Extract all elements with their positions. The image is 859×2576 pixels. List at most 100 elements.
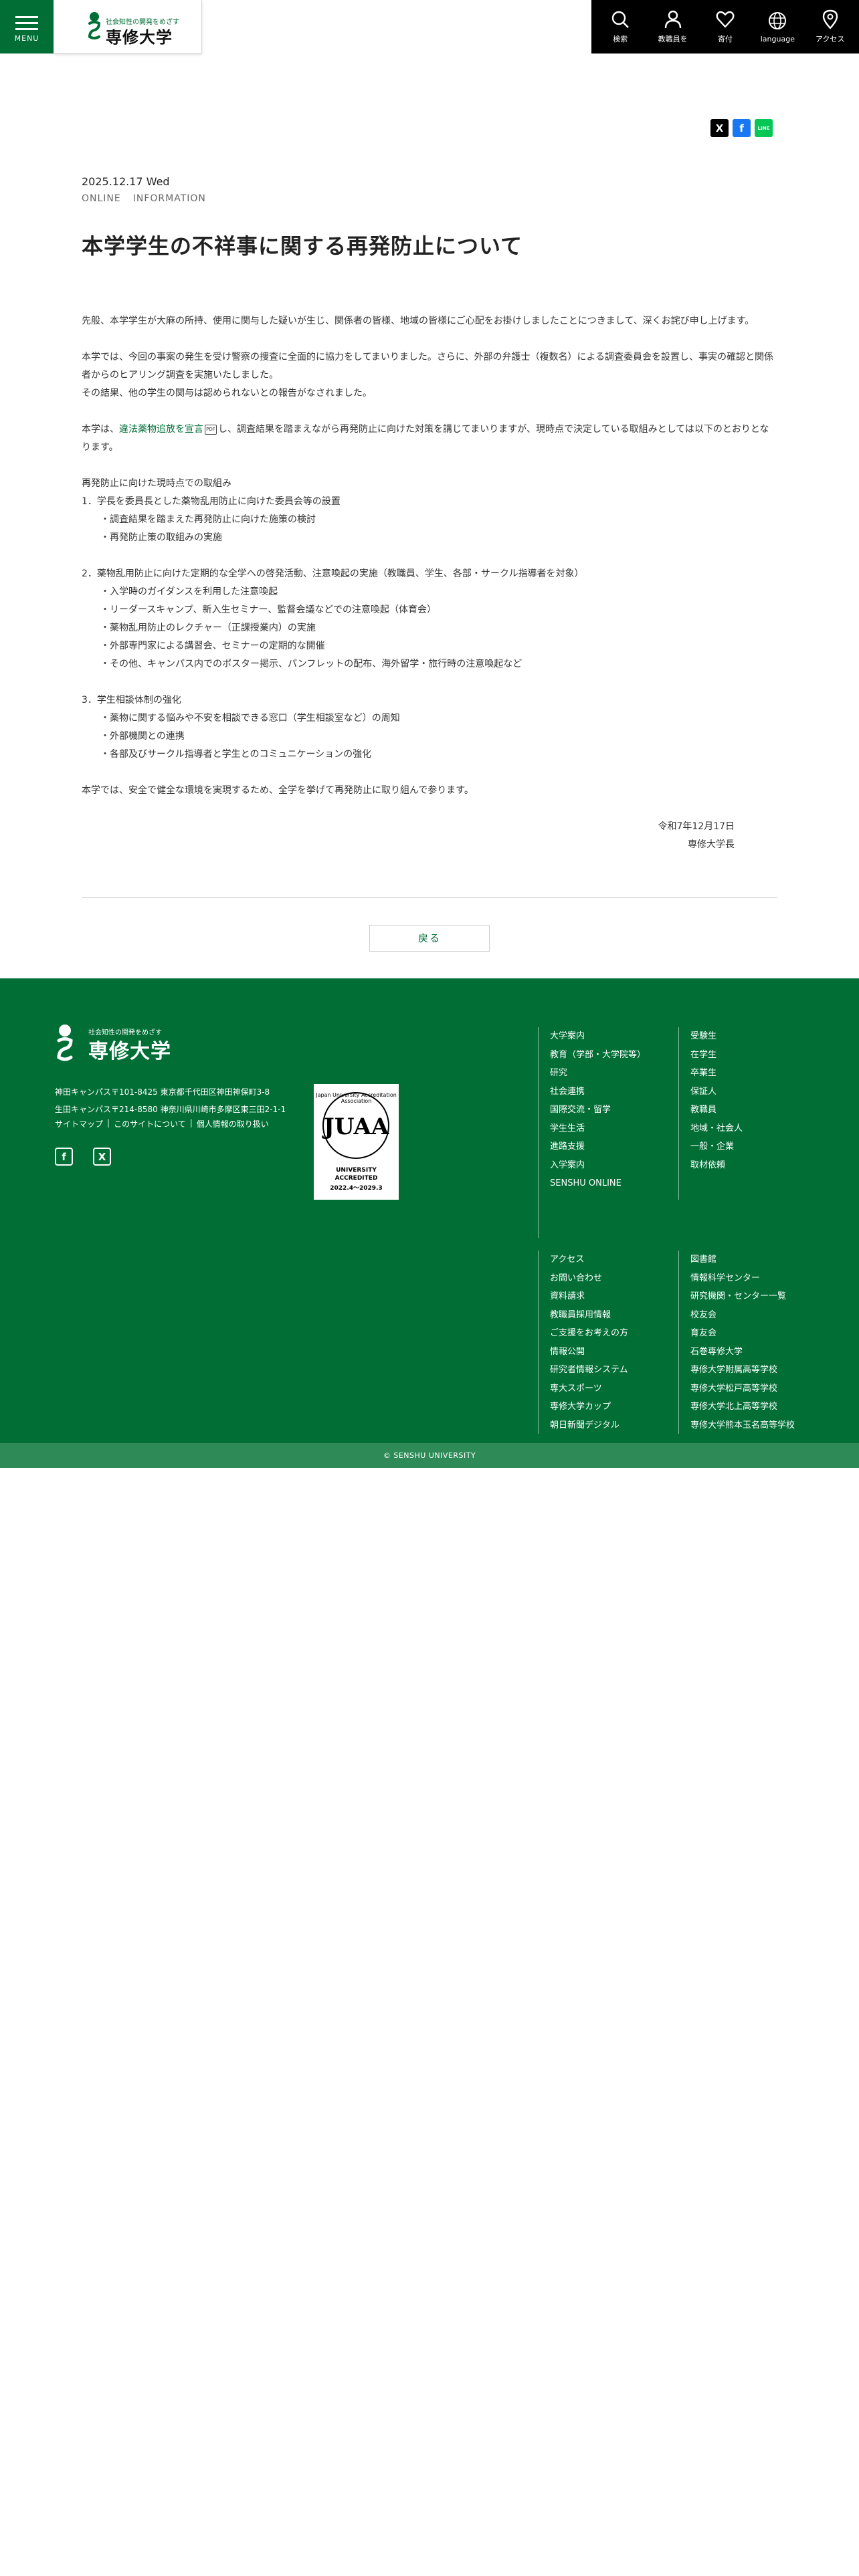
category-tag[interactable]: INFORMATION: [133, 193, 206, 204]
sub-list-item: ・各部及びサークル指導者と学生とのコミュニケーションの強化: [100, 749, 372, 760]
utility-label: 寄付: [717, 35, 733, 43]
site-footer: 社会知性の開発をめざす 専修大学 神田キャンパス〒101-8425 東京都千代田…: [0, 978, 859, 1443]
footer-nav-item[interactable]: 朝日新聞デジタル: [550, 1416, 628, 1435]
footer-links: サイトマップ | このサイトについて | 個人情報の取り扱い: [55, 1118, 269, 1130]
footer-social: f X: [55, 1148, 111, 1166]
logo-mark-icon: [88, 12, 101, 39]
x-share-icon[interactable]: X: [710, 119, 729, 137]
footer-nav-item[interactable]: 国際交流・留学: [550, 1101, 646, 1119]
sub-list-item: ・外部機関との連携: [100, 731, 185, 742]
footer-nav-item[interactable]: 大学案内: [550, 1027, 646, 1046]
article-title: 本学学生の不祥事に関する再発防止について: [82, 233, 523, 259]
article: 2025.12.17 Wed ONLINE INFORMATION 本学学生の不…: [82, 175, 777, 854]
footer-nav-item[interactable]: SENSHU ONLINE: [550, 1174, 646, 1193]
footer-address: 神田キャンパス〒101-8425 東京都千代田区神田神保町3-8 生田キャンパス…: [55, 1083, 286, 1118]
footer-nav-item[interactable]: 専修大学附属高等学校: [690, 1361, 795, 1380]
footer-link-privacy[interactable]: 個人情報の取り扱い: [197, 1118, 269, 1130]
link-separator: |: [107, 1118, 110, 1128]
footer-link-sitemap[interactable]: サイトマップ: [55, 1118, 103, 1130]
hamburger-icon: [15, 16, 38, 18]
list-item: 3．学生相談体制の強化: [82, 695, 181, 706]
footer-link-about[interactable]: このサイトについて: [114, 1118, 186, 1130]
facebook-icon[interactable]: f: [55, 1148, 73, 1166]
site-header: MENU 社会知性の開発をめざす 専修大学 検索 教職員を 寄付 languag…: [0, 0, 859, 53]
footer-nav-item[interactable]: 進路支援: [550, 1138, 646, 1156]
list-item: 2．薬物乱用防止に向けた定期的な全学への啓発活動、注意喚起の実施（教職員、学生、…: [82, 568, 584, 579]
menu-label: MENU: [14, 34, 39, 43]
paragraph: 先般、本学学生が大麻の所持、使用に関与した疑いが生じ、関係者の皆様、地域の皆様に…: [82, 316, 755, 326]
line-share-icon[interactable]: LINE: [755, 119, 773, 137]
back-button[interactable]: 戻る: [369, 925, 490, 952]
footer-nav-item[interactable]: 教職員: [690, 1101, 743, 1119]
sub-list-item: ・その他、キャンパス内でのポスター掲示、パンフレットの配布、海外留学・旅行時の注…: [100, 659, 522, 669]
footer-nav-item[interactable]: 社会連携: [550, 1083, 646, 1101]
paragraph: その結果、他の学生の関与は認められないとの報告がなされました。: [82, 388, 372, 399]
article-date: 2025.12.17 Wed: [82, 175, 170, 188]
footer-nav-item[interactable]: 専修大学松戸高等学校: [690, 1380, 795, 1398]
juaa-mark: JUAA: [323, 1113, 389, 1140]
site-logo[interactable]: 社会知性の開発をめざす 専修大学: [54, 0, 202, 53]
footer-nav-item[interactable]: 情報公開: [550, 1343, 628, 1362]
paragraph: 本学では、今回の事案の発生を受け警察の捜査に全面的に協力をしてまいりました。さら…: [82, 352, 774, 381]
footer-nav-item[interactable]: 専修大学カップ: [550, 1398, 628, 1416]
footer-nav-item[interactable]: 一般・企業: [690, 1138, 743, 1156]
paragraph: 本学は、違法薬物追放を宣言 PDF し、調査結果を踏まえながら再発防止に向けた対策を…: [82, 421, 777, 457]
footer-nav-item[interactable]: ご支援をお考えの方: [550, 1324, 628, 1343]
sub-list-item: ・調査結果を踏まえた再発防止に向けた施策の検討: [100, 514, 316, 525]
category-tag[interactable]: ONLINE: [82, 193, 121, 204]
footer-nav-item[interactable]: 研究者情報システム: [550, 1361, 628, 1380]
list-item: 1．学長を委員長とした薬物乱用防止に向けた委員会等の設置: [82, 496, 341, 507]
hamburger-icon-bar: [15, 28, 38, 30]
footer-nav-item[interactable]: 研究機関・センター一覧: [690, 1287, 795, 1306]
footer-nav-item[interactable]: 保証人: [690, 1083, 743, 1101]
footer-nav-item[interactable]: 校友会: [690, 1306, 795, 1325]
footer-nav-item[interactable]: 教育（学部・大学院等）: [550, 1046, 646, 1065]
globe-icon: [769, 11, 787, 29]
article-categories: ONLINE INFORMATION: [82, 193, 777, 204]
footer-nav-item[interactable]: 石巻専修大学: [690, 1343, 795, 1362]
footer-nav-item[interactable]: 専修大学北上高等学校: [690, 1398, 795, 1416]
divider: [82, 897, 777, 898]
footer-nav-item[interactable]: 受験生: [690, 1027, 743, 1046]
x-icon[interactable]: X: [93, 1148, 111, 1166]
footer-nav-affiliates: 図書館 情報科学センター 研究機関・センター一覧 校友会 育友会 石巻専修大学 …: [678, 1251, 795, 1434]
footer-nav-item[interactable]: 学生生活: [550, 1119, 646, 1138]
utility-staff[interactable]: 教職員を: [648, 0, 698, 53]
footer-nav-item[interactable]: 入学案内: [550, 1156, 646, 1175]
footer-nav-item[interactable]: 教職員採用情報: [550, 1306, 628, 1325]
accreditation-line: UNIVERSITY: [336, 1167, 377, 1174]
footer-nav-item[interactable]: 地域・社会人: [690, 1119, 743, 1138]
utility-language[interactable]: language: [752, 0, 803, 53]
declaration-link[interactable]: 違法薬物追放を宣言: [119, 424, 203, 435]
footer-nav-item[interactable]: 研究: [550, 1064, 646, 1083]
utility-label: language: [760, 34, 795, 43]
footer-nav-item[interactable]: 専修大学熊本玉名高等学校: [690, 1416, 795, 1435]
footer-nav-item[interactable]: 取材依頼: [690, 1156, 743, 1175]
utility-label: アクセス: [816, 35, 845, 43]
article-body: 先般、本学学生が大麻の所持、使用に関与した疑いが生じ、関係者の皆様、地域の皆様に…: [82, 312, 777, 854]
menu-button[interactable]: MENU: [0, 0, 54, 53]
sub-list-item: ・薬物乱用防止のレクチャー（正課授業内）の実施: [100, 623, 316, 633]
utility-access[interactable]: アクセス: [805, 0, 856, 53]
utility-donate[interactable]: 寄付: [700, 0, 751, 53]
sub-list-item: ・再発防止策の取組みの実施: [100, 532, 222, 543]
footer-nav-item[interactable]: 育友会: [690, 1324, 795, 1343]
footer-nav-item[interactable]: 情報科学センター: [690, 1269, 795, 1288]
footer-nav-item[interactable]: 卒業生: [690, 1064, 743, 1083]
facebook-share-icon[interactable]: f: [733, 119, 751, 137]
footer-nav-item[interactable]: 図書館: [690, 1251, 795, 1269]
link-separator: |: [189, 1118, 193, 1128]
footer-nav-item[interactable]: 在学生: [690, 1046, 743, 1065]
share-buttons: X f LINE: [710, 119, 773, 137]
utility-search[interactable]: 検索: [595, 0, 646, 53]
footer-nav-item[interactable]: アクセス: [550, 1251, 628, 1269]
map-pin-icon: [822, 9, 838, 29]
footer-nav-item[interactable]: 専大スポーツ: [550, 1380, 628, 1398]
sub-list-item: ・入学時のガイダンスを利用した注意喚起: [100, 586, 278, 597]
accreditation-period: 2022.4～2029.3: [330, 1185, 383, 1192]
footer-nav-item[interactable]: 資料請求: [550, 1287, 628, 1306]
footer-nav-item[interactable]: お問い合わせ: [550, 1269, 628, 1288]
paragraph-text: 本学は、: [82, 424, 119, 435]
logo-name: 専修大学: [106, 27, 173, 47]
signature-name: 専修大学長: [688, 839, 735, 850]
